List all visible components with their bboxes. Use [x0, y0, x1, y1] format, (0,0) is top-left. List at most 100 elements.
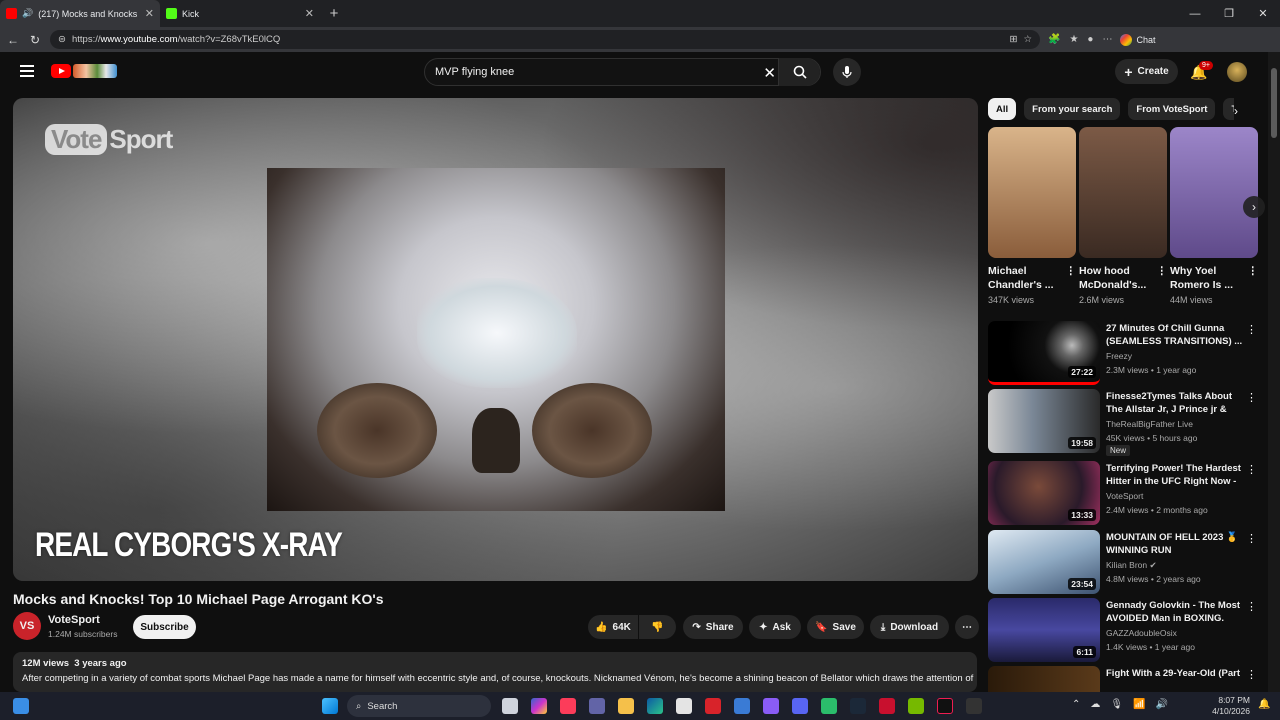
chip-truncated[interactable]: Tr	[1223, 98, 1234, 120]
chevron-right-icon[interactable]: ›	[1234, 104, 1238, 118]
channel-name[interactable]: TheRealBigFather Live	[1106, 419, 1193, 429]
copilot-app-icon[interactable]	[531, 698, 547, 714]
list-item[interactable]: 6:11 Gennady Golovkin - The Most AVOIDED…	[988, 598, 1258, 662]
more-vertical-icon[interactable]: ⋮	[1246, 391, 1257, 404]
tab-youtube[interactable]: 🔊 (217) Mocks and Knocks! Top ✕	[0, 0, 160, 27]
chip-from-your-search[interactable]: From your search	[1024, 98, 1121, 120]
list-item[interactable]: Fight With a 29-Year-Old (Part ⋮	[988, 666, 1258, 692]
description-box[interactable]: 12M views 3 years ago After competing in…	[13, 652, 977, 692]
more-vertical-icon[interactable]: ⋮	[1248, 264, 1259, 278]
more-vertical-icon[interactable]: ⋮	[1246, 323, 1257, 336]
menu-icon[interactable]	[20, 65, 34, 77]
store-icon[interactable]	[676, 698, 692, 714]
like-button[interactable]: 👍 64K	[588, 615, 638, 639]
discord-icon[interactable]	[792, 698, 808, 714]
channel-name[interactable]: Freezy	[1106, 351, 1132, 361]
app-s-icon[interactable]	[763, 698, 779, 714]
profile-icon[interactable]: ●	[1087, 34, 1093, 45]
restore-icon[interactable]: ❐	[1212, 0, 1246, 27]
share-button[interactable]: ↷ Share	[683, 615, 743, 639]
music-app-icon[interactable]	[560, 698, 576, 714]
steam-icon[interactable]	[850, 698, 866, 714]
download-button[interactable]: ⤓ Download	[870, 615, 949, 639]
short-item[interactable]: Michael Chandler's ... ⋮ 347K views	[988, 127, 1076, 305]
url-field[interactable]: ⊜ https://www.youtube.com/watch?v=Z68vTk…	[50, 30, 1040, 49]
more-vertical-icon[interactable]: ⋮	[1066, 264, 1077, 278]
video-player[interactable]: Vote Sport REAL CYBORG'S X-RAY	[13, 98, 978, 581]
extension-icon[interactable]: 🧩	[1048, 34, 1060, 45]
more-actions-button[interactable]: ⋯	[955, 615, 979, 639]
install-app-icon[interactable]: ⊞	[1010, 34, 1018, 45]
search-button[interactable]	[778, 58, 820, 86]
teams-icon[interactable]	[589, 698, 605, 714]
create-button[interactable]: + Create	[1115, 59, 1178, 84]
channel-name[interactable]: VoteSport	[48, 614, 100, 626]
app-gamepad-icon[interactable]	[821, 698, 837, 714]
more-vertical-icon[interactable]: ⋮	[1246, 668, 1257, 681]
onedrive-icon[interactable]: ☁	[1090, 699, 1100, 710]
chevron-up-icon[interactable]: ⌃	[1072, 699, 1080, 710]
tab-kick[interactable]: Kick ✕	[160, 0, 320, 27]
more-vertical-icon[interactable]: ⋮	[1246, 600, 1257, 613]
app-terminal-icon[interactable]	[966, 698, 982, 714]
volume-icon[interactable]: 🔊	[1156, 699, 1168, 710]
youtube-logo[interactable]	[51, 63, 119, 79]
more-vertical-icon[interactable]: ⋮	[1246, 532, 1257, 545]
list-item[interactable]: 23:54 MOUNTAIN OF HELL 2023 🥇 WINNING RU…	[988, 530, 1258, 594]
short-item[interactable]: How hood McDonald's... ⋮ 2.6M views	[1079, 127, 1167, 305]
back-icon[interactable]: ←	[6, 33, 20, 47]
speaker-icon[interactable]: 🔊	[22, 8, 33, 19]
list-item[interactable]: 27:22 27 Minutes Of Chill Gunna (SEAMLES…	[988, 321, 1258, 385]
files-icon[interactable]	[618, 698, 634, 714]
download-icon: ⤓	[880, 621, 886, 633]
dislike-button[interactable]: 👎	[639, 615, 676, 639]
app-adobe-icon[interactable]	[879, 698, 895, 714]
task-view-icon[interactable]	[502, 698, 518, 714]
bookmark-star-icon[interactable]: ☆	[1023, 34, 1032, 45]
app-nvidia-icon[interactable]	[908, 698, 924, 714]
list-item[interactable]: 19:58 Finesse2Tymes Talks About The Alls…	[988, 389, 1258, 456]
search-input[interactable]: MVP flying knee ✕	[424, 58, 821, 86]
ask-button[interactable]: ✦ Ask	[749, 615, 801, 639]
taskbar-search[interactable]: ⌕ Search	[347, 695, 491, 717]
save-button[interactable]: 🔖 Save	[807, 615, 864, 639]
site-info-icon[interactable]: ⊜	[58, 34, 66, 45]
favorites-icon[interactable]: ★	[1069, 34, 1078, 45]
avatar[interactable]	[1227, 62, 1247, 82]
more-vertical-icon[interactable]: ⋮	[1157, 264, 1168, 278]
clear-search-icon[interactable]: ✕	[763, 64, 776, 82]
new-tab-button[interactable]: +	[320, 0, 348, 27]
tiktok-icon[interactable]	[937, 698, 953, 714]
channel-avatar[interactable]: VS	[13, 612, 41, 640]
list-item[interactable]: 13:33 Terrifying Power! The Hardest Hitt…	[988, 461, 1258, 525]
channel-name[interactable]: GAZZAdoubleOsix	[1106, 628, 1177, 638]
short-item[interactable]: Why Yoel Romero Is ... ⋮ 44M views	[1170, 127, 1258, 305]
more-menu-icon[interactable]: ⋯	[1102, 34, 1112, 45]
more-vertical-icon[interactable]: ⋮	[1246, 463, 1257, 476]
page-scrollbar[interactable]	[1268, 52, 1280, 692]
mic-tray-icon[interactable]: 🎙	[1110, 699, 1123, 710]
channel-name[interactable]: Kilian Bron ✔	[1106, 560, 1157, 571]
edge-icon[interactable]	[647, 698, 663, 714]
skull-fracture	[417, 278, 577, 388]
chip-all[interactable]: All	[988, 98, 1017, 120]
voice-search-button[interactable]	[833, 58, 861, 86]
channel-name[interactable]: VoteSport	[1106, 491, 1143, 501]
chat-button[interactable]: Chat	[1120, 33, 1155, 46]
wifi-icon[interactable]: 📶	[1133, 699, 1145, 710]
app-l-icon[interactable]	[705, 698, 721, 714]
taskbar-clock[interactable]: 8:07 PM 4/10/2026	[1210, 695, 1250, 717]
close-tab-icon[interactable]: ✕	[305, 7, 314, 20]
app-a-icon[interactable]	[734, 698, 750, 714]
start-icon[interactable]	[322, 698, 338, 714]
reload-icon[interactable]: ↻	[28, 33, 42, 47]
notification-bell-icon[interactable]: 🔔	[1258, 699, 1270, 710]
chip-from-votesport[interactable]: From VoteSport	[1128, 98, 1216, 120]
widgets-icon[interactable]	[13, 698, 29, 714]
shorts-next-button[interactable]: ›	[1243, 196, 1265, 218]
subscribe-button[interactable]: Subscribe	[133, 615, 196, 639]
minimize-icon[interactable]: —	[1178, 0, 1212, 27]
close-window-icon[interactable]: ✕	[1246, 0, 1280, 27]
close-tab-icon[interactable]: ✕	[145, 7, 154, 20]
scrollbar-thumb[interactable]	[1271, 68, 1277, 138]
